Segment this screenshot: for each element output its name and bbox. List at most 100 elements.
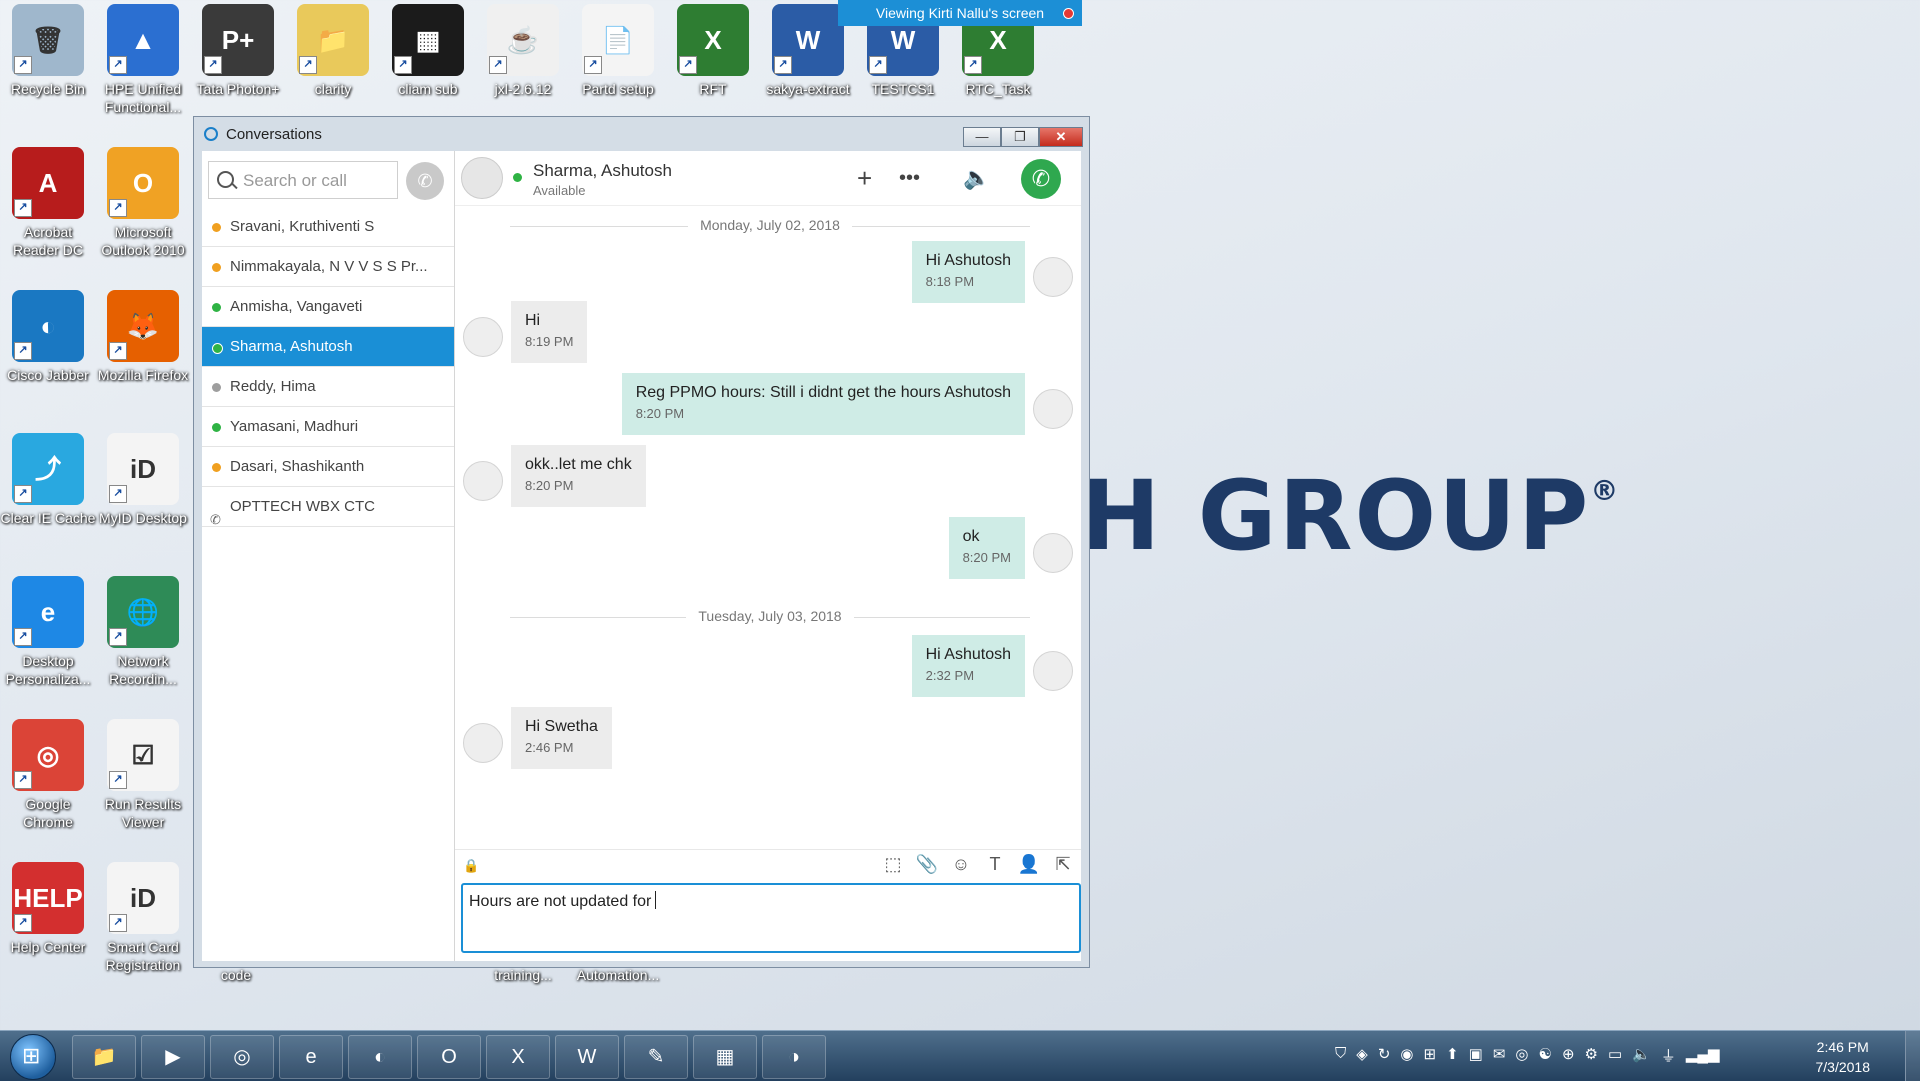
tray-globe-icon[interactable]: ⊕ (1562, 1045, 1575, 1066)
taskbar-word-button[interactable]: W (555, 1035, 619, 1079)
explorer-icon: 📁 (91, 1046, 117, 1068)
taskbar-excel-button[interactable]: X (486, 1035, 550, 1079)
desktop-icon[interactable]: ▲ ↗ HPE Unified Functional... (95, 4, 191, 116)
desktop-icon[interactable]: iD ↗ Smart Card Registration (95, 862, 191, 974)
add-participant-button[interactable]: + (857, 165, 872, 191)
message-text: ok (962, 528, 980, 545)
contact-item[interactable]: Dasari, Shashikanth (202, 447, 454, 487)
desktop-icon[interactable]: ⤴ ↗ Clear IE Cache (0, 433, 96, 527)
show-desktop-button[interactable] (1905, 1031, 1920, 1081)
desktop-icon[interactable]: e ↗ Desktop Personaliza... (0, 576, 96, 688)
window-client: ✆ Sravani, Kruthiventi S Nimmakayala, N V… (202, 151, 1081, 961)
desktop-icon-label: Partd setup (582, 81, 654, 97)
avatar (1033, 533, 1073, 573)
taskbar-chrome-button[interactable]: ◎ (210, 1035, 274, 1079)
taskbar: 📁 ▶ ◎ e ◐ O X W ✎ ▦ ◑ ⛉ ◈ ↻ ◉ ⊞ ⬆ ▣ ✉ ◎ ☯ ⊕ ⚙ ▭ 🔈 … (0, 1030, 1920, 1081)
tray-signal-icon[interactable]: ▂▄▆ (1686, 1045, 1720, 1066)
avatar[interactable] (461, 157, 503, 199)
audio-device-button[interactable]: 🔈 (963, 165, 990, 191)
message-bubble[interactable]: Reg PPMO hours: Still i didnt get the ho… (621, 373, 1025, 435)
tray-sync-icon[interactable]: ↻ (1378, 1045, 1391, 1066)
tray-chat-icon[interactable]: ◉ (1400, 1045, 1413, 1066)
tray-shield-icon[interactable]: ⛉ (1335, 1045, 1346, 1066)
contact-name[interactable]: Sharma, Ashutosh (533, 161, 672, 181)
start-button[interactable] (10, 1034, 56, 1080)
tray-settings-icon[interactable]: ⚙ (1585, 1045, 1598, 1066)
taskbar-webex-button[interactable]: ◑ (762, 1035, 826, 1079)
contact-item[interactable]: Reddy, Hima (202, 367, 454, 407)
desktop-icon[interactable]: 🗑 ↗ Recycle Bin (0, 4, 96, 98)
desktop-icon[interactable]: P+ ↗ Tata Photon+ (190, 4, 286, 98)
message-text: Reg PPMO hours: Still i didnt get the ho… (635, 384, 1011, 401)
message-bubble[interactable]: Hi Swetha 2:46 PM (511, 707, 612, 769)
search-box[interactable] (208, 161, 398, 199)
message-bubble[interactable]: ok 8:20 PM (948, 517, 1025, 579)
tray-network-icon[interactable]: ◈ (1356, 1045, 1368, 1066)
tray-update-icon[interactable]: ⬆ (1446, 1045, 1459, 1066)
search-input[interactable] (241, 168, 395, 194)
maximize-button[interactable]: ❐ (1001, 127, 1039, 147)
desktop-icon[interactable]: 🌐 ↗ Network Recordin... (95, 576, 191, 688)
taskbar-jabber-button[interactable]: ◐ (348, 1035, 412, 1079)
contact-item[interactable]: ✆ OPTTECH WBX CTC (202, 487, 454, 527)
popout-icon[interactable]: ⇱ (1051, 854, 1075, 875)
photon-icon: P+ ↗ (202, 4, 274, 76)
message-list[interactable]: Monday, July 02, 2018 Tuesday, July 03, … (455, 205, 1081, 769)
contact-item[interactable]: Sharma, Ashutosh (202, 327, 454, 367)
close-button[interactable]: ✕ (1039, 127, 1083, 147)
desktop-icon[interactable]: ◐ ↗ Cisco Jabber (0, 290, 96, 384)
desktop-icon[interactable]: A ↗ Acrobat Reader DC (0, 147, 96, 259)
desktop-icon[interactable]: 🦊 ↗ Mozilla Firefox (95, 290, 191, 384)
help-icon: HELP ↗ (12, 862, 84, 934)
call-button[interactable]: ✆ (1021, 159, 1061, 199)
tray-display-icon[interactable]: ▭ (1608, 1045, 1622, 1066)
taskbar-outlook-button[interactable]: O (417, 1035, 481, 1079)
more-options-button[interactable]: ••• (899, 165, 920, 191)
window-title: Conversations (226, 126, 322, 143)
contact-item[interactable]: Yamasani, Madhuri (202, 407, 454, 447)
desktop-icon[interactable]: iD ↗ MyID Desktop (95, 433, 191, 527)
taskbar-clock[interactable]: 2:46 PM 7/3/2018 (1816, 1037, 1871, 1077)
desktop-icon[interactable]: O ↗ Microsoft Outlook 2010 (95, 147, 191, 259)
message-bubble[interactable]: Hi 8:19 PM (511, 301, 588, 363)
tray-windows-icon[interactable]: ⊞ (1423, 1045, 1436, 1066)
emoticon-icon[interactable]: ☺ (949, 854, 973, 875)
tray-jabber-icon[interactable]: ◎ (1515, 1045, 1528, 1066)
desktop-icon[interactable]: ☕ ↗ jxl-2.6.12 (475, 4, 571, 98)
add-contact-icon[interactable]: 👤 (1017, 854, 1041, 875)
desktop-icon[interactable]: ◎ ↗ Google Chrome (0, 719, 96, 831)
taskbar-photos-button[interactable]: ▦ (693, 1035, 757, 1079)
taskbar-notepad-button[interactable]: ✎ (624, 1035, 688, 1079)
tray-volume-icon[interactable]: 🔈 (1632, 1045, 1651, 1066)
minimize-button[interactable]: — (963, 127, 1001, 147)
desktop-icon-label: HPE Unified Functional... (104, 81, 182, 115)
desktop-icon[interactable]: ☑ ↗ Run Results Viewer (95, 719, 191, 831)
desktop-icon[interactable]: X ↗ RFT (665, 4, 761, 98)
contact-item[interactable]: Sravani, Kruthiventi S (202, 207, 454, 247)
contact-item[interactable]: Nimmakayala, N V V S S Pr... (202, 247, 454, 287)
taskbar-ie-button[interactable]: e (279, 1035, 343, 1079)
screen-capture-icon[interactable]: ⬚ (881, 854, 905, 875)
message-bubble[interactable]: Hi Ashutosh 2:32 PM (911, 635, 1025, 697)
dial-button[interactable]: ✆ (406, 162, 444, 200)
tray-usb-icon[interactable]: ⏚ (1661, 1045, 1676, 1066)
window-titlebar[interactable]: Conversations — ❐ ✕ (194, 117, 1089, 151)
message-bubble[interactable]: okk..let me chk 8:20 PM (511, 445, 646, 507)
tray-webex-icon[interactable]: ☯ (1539, 1045, 1552, 1066)
desktop-icon[interactable]: 📄 ↗ Partd setup (570, 4, 666, 98)
tray-outlook-icon[interactable]: ✉ (1493, 1045, 1506, 1066)
message-text: okk..let me chk (525, 456, 632, 473)
contact-item[interactable]: Anmisha, Vangaveti (202, 287, 454, 327)
taskbar-explorer-button[interactable]: 📁 (72, 1035, 136, 1079)
desktop-icon[interactable]: 📁 ↗ clarity (285, 4, 381, 98)
message-input[interactable]: Hours are not updated for (461, 883, 1081, 953)
desktop-icon[interactable]: HELP ↗ Help Center (0, 862, 96, 956)
font-icon[interactable]: T (983, 854, 1007, 875)
shortcut-arrow-icon: ↗ (14, 628, 32, 646)
message-bubble[interactable]: Hi Ashutosh 8:18 PM (911, 241, 1025, 303)
tray-app-icon[interactable]: ▣ (1469, 1045, 1483, 1066)
attach-icon[interactable]: 📎 (915, 854, 939, 875)
screen-share-banner[interactable]: Viewing Kirti Nallu's screen (838, 0, 1082, 26)
desktop-icon[interactable]: ▦ ↗ cliam sub (380, 4, 476, 98)
taskbar-media-player-button[interactable]: ▶ (141, 1035, 205, 1079)
